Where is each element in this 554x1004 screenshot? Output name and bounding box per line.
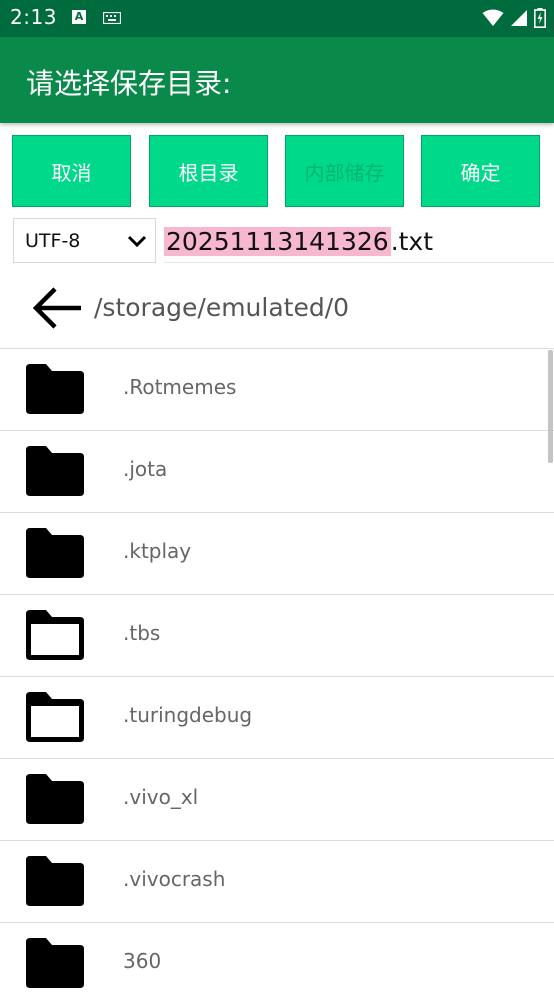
filename-extension: .txt: [390, 226, 434, 256]
status-bar: 2:13 A: [0, 0, 554, 37]
encoding-value: UTF-8: [25, 229, 81, 252]
folder-filled-icon: [24, 774, 86, 828]
folder-name: .tbs: [123, 621, 161, 645]
folder-filled-icon: [24, 446, 86, 500]
folder-name: .vivocrash: [123, 867, 226, 891]
folder-outline-icon: [24, 610, 86, 664]
folder-row[interactable]: .turingdebug: [0, 676, 554, 758]
folder-row[interactable]: .vivo_xl: [0, 758, 554, 840]
cellular-signal-icon: [511, 10, 527, 26]
keyboard-icon: [103, 12, 121, 24]
app-bar: 请选择保存目录:: [0, 37, 554, 123]
page-title: 请选择保存目录:: [26, 67, 232, 100]
folder-row[interactable]: .vivocrash: [0, 840, 554, 922]
folder-row[interactable]: .tbs: [0, 594, 554, 676]
folder-filled-icon: [24, 856, 86, 910]
wifi-icon: [482, 9, 504, 26]
folder-outline-icon: [24, 692, 86, 746]
chevron-down-icon: [127, 235, 147, 248]
folder-filled-icon: [24, 528, 86, 582]
status-time: 2:13: [10, 5, 57, 29]
scrollbar[interactable]: [548, 350, 553, 463]
folder-row[interactable]: .Rotmemes: [0, 348, 554, 430]
folder-name: .Rotmemes: [123, 375, 237, 399]
encoding-select[interactable]: UTF-8: [13, 218, 156, 263]
internal-storage-button[interactable]: 内部储存: [285, 135, 404, 207]
back-arrow-icon[interactable]: [31, 282, 83, 334]
folder-name: .ktplay: [123, 539, 192, 563]
cancel-button[interactable]: 取消: [12, 135, 131, 207]
folder-name: .turingdebug: [123, 703, 253, 727]
folder-row[interactable]: 360: [0, 922, 554, 1004]
folder-row[interactable]: .jota: [0, 430, 554, 512]
folder-row[interactable]: .ktplay: [0, 512, 554, 594]
folder-name: .jota: [123, 457, 168, 481]
folder-name: 360: [123, 949, 162, 973]
battery-icon: [534, 8, 546, 28]
filename-selected-text: 20251113141326: [164, 226, 391, 256]
folder-filled-icon: [24, 364, 86, 418]
folder-list[interactable]: .Rotmemes .jota .ktplay .tbs .turingdebug .vi…: [0, 348, 554, 1004]
accessibility-notification-icon: A: [72, 10, 86, 24]
root-directory-button[interactable]: 根目录: [149, 135, 268, 207]
current-path: /storage/emulated/0: [94, 293, 350, 322]
folder-name: .vivo_xl: [123, 785, 199, 809]
confirm-button[interactable]: 确定: [421, 135, 540, 207]
filename-field[interactable]: 20251113141326 .txt: [164, 220, 554, 263]
